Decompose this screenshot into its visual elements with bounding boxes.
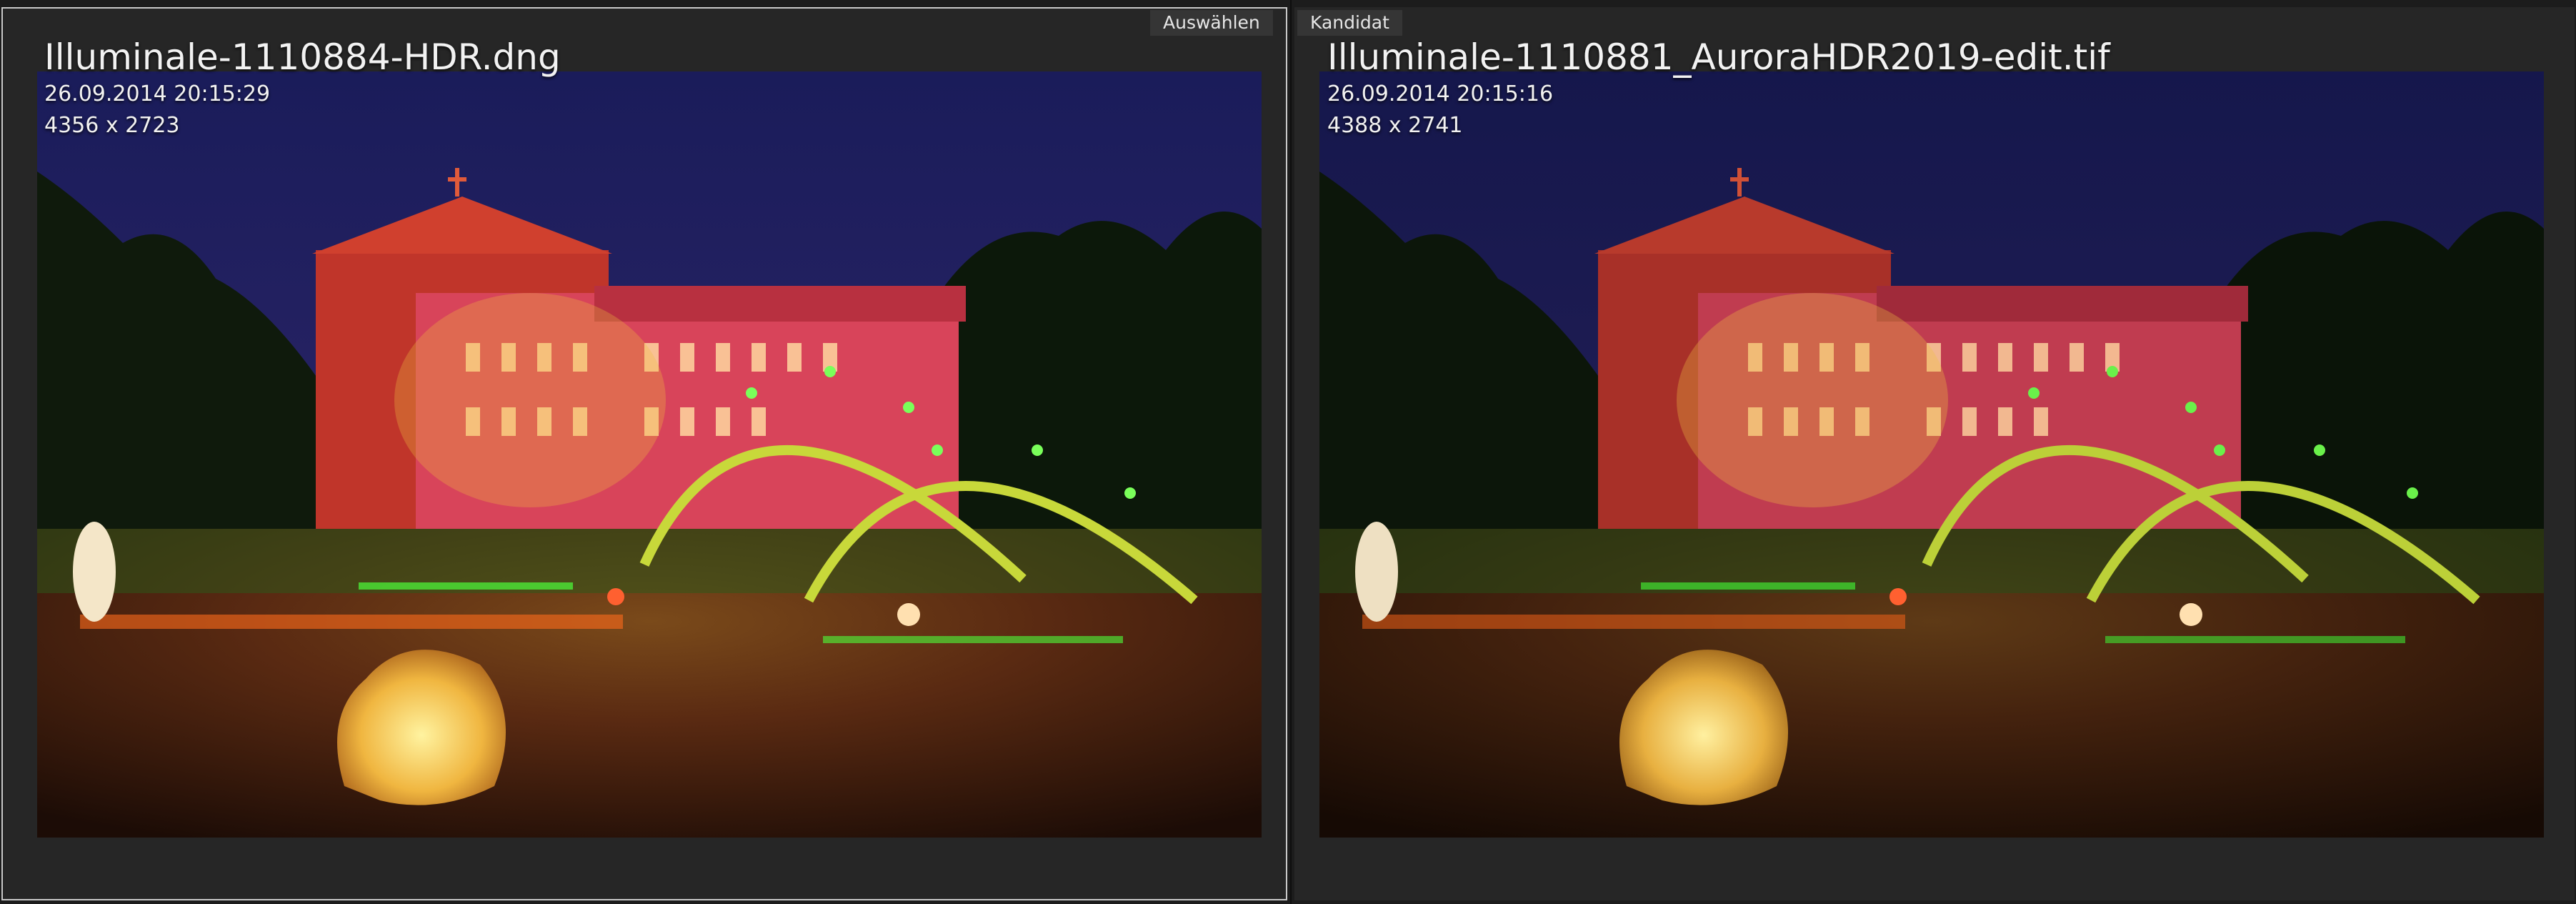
select-photo[interactable] bbox=[37, 71, 1262, 838]
select-label: Auswählen bbox=[1150, 10, 1273, 36]
select-filename: Illuminale-1110884-HDR.dng bbox=[44, 36, 561, 78]
select-datetime: 26.09.2014 20:15:29 bbox=[44, 81, 271, 106]
candidate-datetime: 26.09.2014 20:15:16 bbox=[1327, 81, 1554, 106]
select-photo-info: Illuminale-1110884-HDR.dng 26.09.2014 20… bbox=[44, 36, 561, 141]
compare-view: Auswählen Kandidat Illuminale-1110884-HD… bbox=[0, 0, 2576, 904]
select-bottom-strip bbox=[3, 838, 1286, 899]
candidate-label: Kandidat bbox=[1297, 10, 1402, 36]
select-dimensions: 4356 x 2723 bbox=[44, 113, 180, 138]
candidate-photo-info: Illuminale-1110881_AuroraHDR2019-edit.ti… bbox=[1327, 36, 2110, 141]
candidate-photo[interactable] bbox=[1319, 71, 2544, 838]
candidate-bottom-strip bbox=[1296, 838, 2573, 899]
candidate-dimensions: 4388 x 2741 bbox=[1327, 113, 1463, 138]
panel-divider bbox=[1290, 0, 1292, 904]
candidate-filename: Illuminale-1110881_AuroraHDR2019-edit.ti… bbox=[1327, 36, 2110, 78]
